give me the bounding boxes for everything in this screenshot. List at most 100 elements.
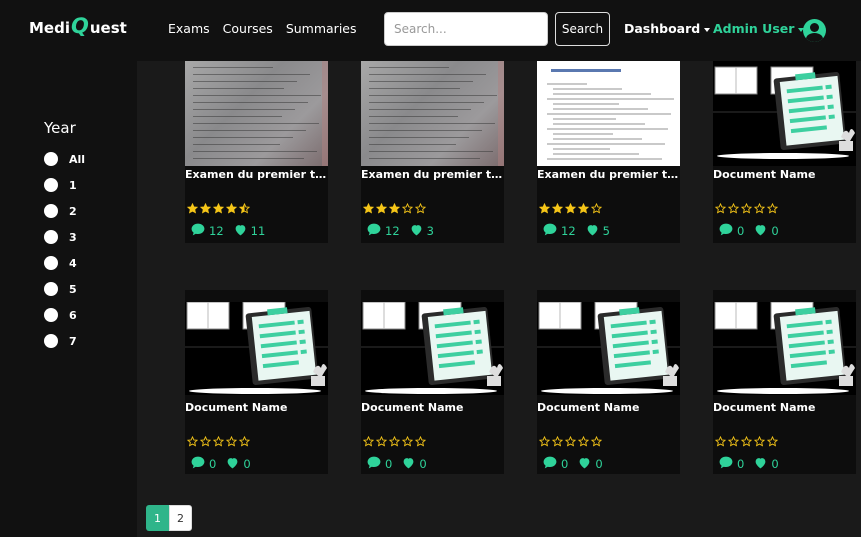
radio-button[interactable] [44, 256, 58, 270]
star-icon [714, 199, 727, 218]
star-icon [564, 432, 577, 451]
comment-icon [719, 223, 733, 239]
document-thumbnail[interactable] [185, 302, 328, 395]
rating-stars [186, 199, 251, 218]
heart-icon[interactable] [754, 457, 767, 472]
year-option-7[interactable]: 7 [44, 334, 77, 348]
document-card[interactable]: Document Name 0 0 [361, 290, 504, 474]
year-filter-title: Year [44, 119, 76, 137]
year-option-3[interactable]: 3 [44, 230, 77, 244]
card-stats: 00 [191, 456, 251, 472]
rating-stars [362, 432, 427, 451]
document-title[interactable]: Document Name [713, 168, 856, 181]
rating-stars [538, 199, 603, 218]
document-thumbnail[interactable] [537, 302, 680, 395]
document-card[interactable]: Document Name 0 0 [713, 290, 856, 474]
document-title[interactable]: Examen du premier tri... [537, 168, 680, 181]
document-card[interactable]: Examen du premier tri... 12 5 [537, 61, 680, 243]
rating-stars [714, 199, 779, 218]
page-button-1[interactable]: 1 [146, 505, 169, 531]
card-stats: 00 [367, 456, 427, 472]
year-option-5[interactable]: 5 [44, 282, 77, 296]
radio-button[interactable] [44, 178, 58, 192]
year-option-label: 6 [69, 308, 77, 322]
radio-button[interactable] [44, 152, 58, 166]
star-icon [362, 432, 375, 451]
year-option-1[interactable]: 1 [44, 178, 77, 192]
heart-icon[interactable] [754, 224, 767, 239]
heart-icon[interactable] [586, 224, 599, 239]
document-title[interactable]: Document Name [185, 401, 328, 414]
comment-count: 0 [737, 224, 745, 238]
comment-icon [367, 223, 381, 239]
document-title[interactable]: Document Name [713, 401, 856, 414]
year-option-label: 5 [69, 282, 77, 296]
star-icon [401, 199, 414, 218]
admin-user-label: Admin User [713, 21, 795, 36]
heart-icon[interactable] [234, 224, 247, 239]
nav-courses[interactable]: Courses [223, 21, 273, 36]
document-thumbnail[interactable] [713, 61, 856, 166]
page-button-2[interactable]: 2 [169, 505, 192, 531]
card-stats: 12 3 [367, 223, 434, 239]
document-title[interactable]: Examen du premier tri... [185, 168, 328, 181]
radio-button[interactable] [44, 282, 58, 296]
nav-exams[interactable]: Exams [168, 21, 210, 36]
document-card[interactable]: Examen du premier tri... 12 3 [361, 61, 504, 243]
document-title[interactable]: Document Name [361, 401, 504, 414]
star-icon [590, 432, 603, 451]
nav-summaries[interactable]: Summaries [286, 21, 357, 36]
year-option-label: 7 [69, 334, 77, 348]
year-option-all[interactable]: All [44, 152, 85, 166]
document-card[interactable]: Document Name 0 0 [537, 290, 680, 474]
radio-button[interactable] [44, 334, 58, 348]
comment-icon [719, 456, 733, 472]
star-icon [212, 432, 225, 451]
admin-user-dropdown[interactable]: Admin User [713, 21, 805, 36]
document-card[interactable]: Examen du premier tri... 12 11 [185, 61, 328, 243]
star-icon [199, 432, 212, 451]
heart-icon[interactable] [226, 457, 239, 472]
radio-button[interactable] [44, 230, 58, 244]
star-icon [401, 432, 414, 451]
rating-stars [362, 199, 427, 218]
heart-icon[interactable] [578, 457, 591, 472]
star-icon [577, 432, 590, 451]
star-icon [753, 432, 766, 451]
like-count: 0 [771, 224, 779, 238]
dashboard-dropdown[interactable]: Dashboard [624, 21, 711, 36]
star-icon [186, 432, 199, 451]
star-icon [727, 199, 740, 218]
comment-icon [191, 456, 205, 472]
radio-button[interactable] [44, 308, 58, 322]
document-card[interactable]: Document Name 0 0 [713, 61, 856, 243]
document-title[interactable]: Document Name [537, 401, 680, 414]
search-input[interactable] [384, 12, 548, 46]
star-icon [212, 199, 225, 218]
document-thumbnail[interactable] [185, 61, 328, 166]
rating-stars [186, 432, 251, 451]
document-title[interactable]: Examen du premier tri... [361, 168, 504, 181]
user-avatar-icon[interactable] [803, 19, 826, 42]
year-option-2[interactable]: 2 [44, 204, 77, 218]
year-option-6[interactable]: 6 [44, 308, 77, 322]
pagination: 1 2 [146, 505, 192, 531]
star-icon [238, 432, 251, 451]
radio-button[interactable] [44, 204, 58, 218]
document-card[interactable]: Document Name 0 0 [185, 290, 328, 474]
comment-count: 0 [737, 457, 745, 471]
document-thumbnail[interactable] [537, 61, 680, 166]
document-thumbnail[interactable] [361, 61, 504, 166]
comment-count: 0 [209, 457, 217, 471]
heart-icon[interactable] [402, 457, 415, 472]
brand-logo[interactable]: Medi Q uest [29, 14, 127, 38]
document-thumbnail[interactable] [361, 302, 504, 395]
document-thumbnail[interactable] [713, 302, 856, 395]
star-icon [740, 199, 753, 218]
year-option-label: All [69, 152, 86, 166]
heart-icon[interactable] [410, 224, 423, 239]
card-stats: 00 [719, 223, 779, 239]
star-icon [375, 432, 388, 451]
year-option-4[interactable]: 4 [44, 256, 77, 270]
search-button[interactable]: Search [555, 12, 610, 46]
